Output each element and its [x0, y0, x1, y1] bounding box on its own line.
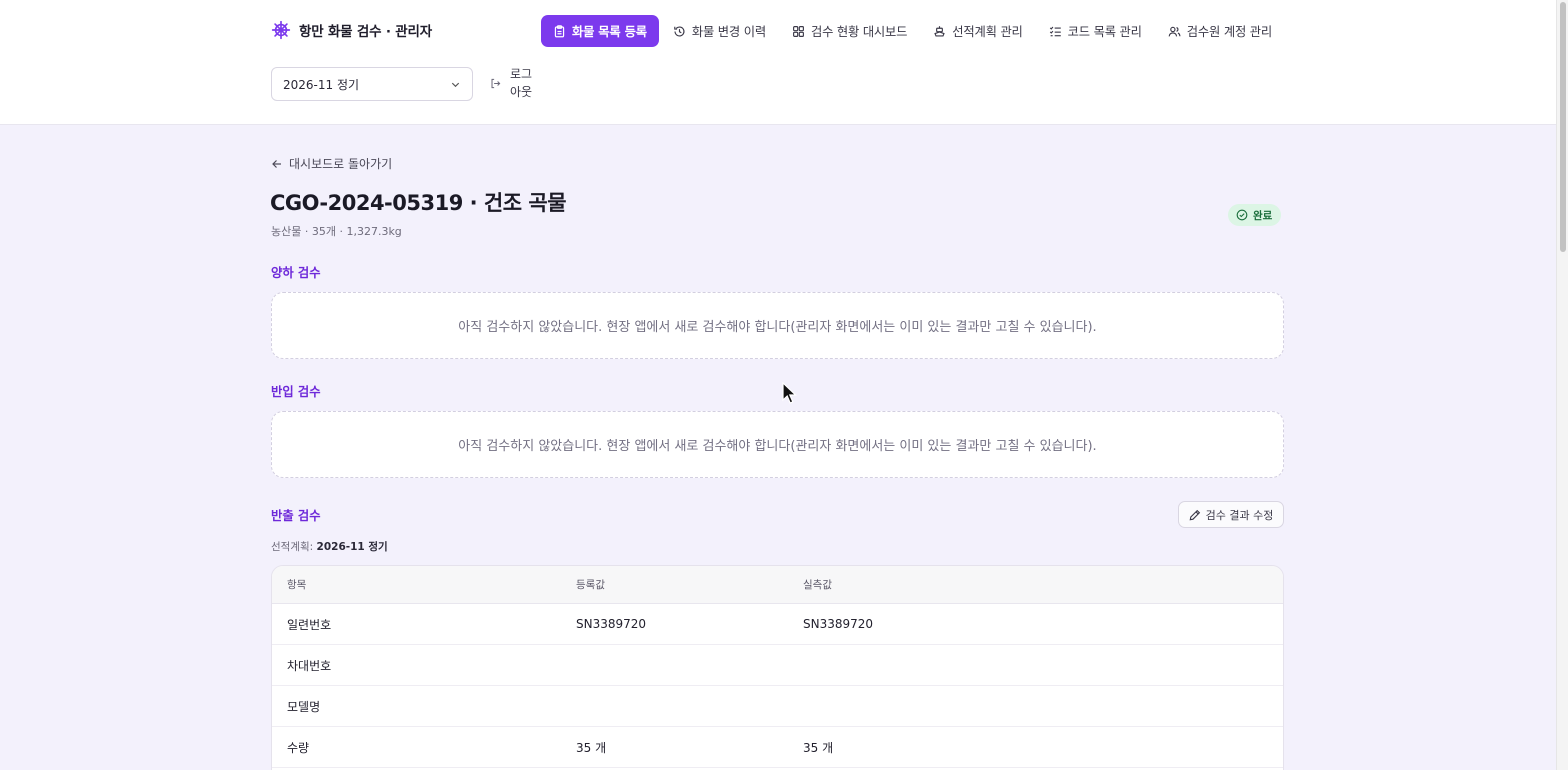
- ship-icon: [933, 25, 946, 38]
- unloading-empty-state: 아직 검수하지 않았습니다. 현장 앱에서 새로 검수해야 합니다(관리자 화면…: [271, 292, 1284, 359]
- cell-registered: SN3389720: [576, 617, 647, 631]
- period-select-value: 2026-11 정기: [283, 77, 360, 92]
- pencil-icon: [1189, 509, 1201, 521]
- cell-measured: SN3389720: [803, 617, 874, 631]
- section-title-inbound: 반입 검수: [271, 385, 321, 399]
- nav-code-list[interactable]: 코드 목록 관리: [1037, 15, 1154, 47]
- cell-registered: 35 개: [576, 740, 607, 755]
- outbound-inspection-table: 항목 등록값 실측값 일련번호 SN3389720 SN3389720 차대번호…: [271, 565, 1284, 770]
- nav-shipping-plan[interactable]: 선적계획 관리: [921, 15, 1034, 47]
- table-header: 항목 등록값 실측값: [272, 566, 1283, 604]
- period-select[interactable]: 2026-11 정기: [271, 67, 473, 101]
- check-circle-icon: [1236, 209, 1248, 221]
- back-link-label: 대시보드로 돌아가기: [289, 157, 393, 171]
- empty-message: 아직 검수하지 않았습니다. 현장 앱에서 새로 검수해야 합니다(관리자 화면…: [458, 320, 1097, 335]
- column-header-measured: 실측값: [803, 579, 832, 591]
- nav-label: 화물 목록 등록: [572, 25, 647, 39]
- dashboard-grid-icon: [792, 25, 805, 38]
- empty-message: 아직 검수하지 않았습니다. 현장 앱에서 새로 검수해야 합니다(관리자 화면…: [458, 439, 1097, 454]
- cell-item: 일련번호: [287, 617, 332, 632]
- back-to-dashboard-link[interactable]: 대시보드로 돌아가기: [271, 155, 392, 172]
- cell-measured: 35 개: [803, 740, 834, 755]
- nav-label: 화물 변경 이력: [691, 25, 766, 39]
- table-row: 모델명: [272, 686, 1283, 727]
- page-title: CGO-2024-05319 · 건조 곡물: [270, 191, 567, 215]
- logout-label: 로그아웃: [510, 67, 533, 99]
- chevron-down-icon: [450, 79, 461, 90]
- cell-item: 수량: [287, 740, 310, 755]
- scrollbar-thumb[interactable]: [1560, 2, 1566, 252]
- nav-label: 선적계획 관리: [952, 25, 1023, 39]
- table-row: 차대번호: [272, 645, 1283, 686]
- nav-inspector-accounts[interactable]: 검수원 계정 관리: [1156, 15, 1284, 47]
- main-nav: 화물 목록 등록 화물 변경 이력 검수 현황 대시보드 선적계획 관리 코드 …: [541, 15, 1284, 47]
- nav-inspection-dashboard[interactable]: 검수 현황 대시보드: [780, 15, 919, 47]
- logout-icon: [490, 78, 501, 89]
- cell-item: 차대번호: [287, 658, 332, 673]
- ship-wheel-icon: [271, 20, 291, 40]
- nav-label: 검수원 계정 관리: [1186, 25, 1272, 39]
- mouse-cursor-icon: [782, 382, 797, 404]
- page-subtitle: 농산물 · 35개 · 1,327.3kg: [271, 225, 402, 238]
- page-scrollbar[interactable]: [1556, 0, 1568, 770]
- column-header-item: 항목: [287, 579, 307, 591]
- history-icon: [673, 25, 686, 38]
- nav-label: 코드 목록 관리: [1067, 25, 1142, 39]
- nav-cargo-register[interactable]: 화물 목록 등록: [541, 15, 659, 47]
- app-title: 항만 화물 검수 · 관리자: [299, 24, 432, 40]
- table-row: 수량 35 개 35 개: [272, 727, 1283, 768]
- nav-cargo-history[interactable]: 화물 변경 이력: [661, 15, 778, 47]
- plan-value: 2026-11 정기: [316, 541, 388, 553]
- top-header: 항만 화물 검수 · 관리자 화물 목록 등록 화물 변경 이력 검수 현황 대…: [0, 0, 1556, 125]
- nav-label: 검수 현황 대시보드: [810, 25, 908, 39]
- brand[interactable]: 항만 화물 검수 · 관리자: [271, 20, 432, 40]
- section-title-outbound: 반출 검수: [271, 509, 321, 523]
- plan-label: 선적계획:: [271, 541, 314, 553]
- section-title-unloading: 양하 검수: [271, 266, 321, 280]
- arrow-left-icon: [271, 158, 283, 170]
- logout-button[interactable]: 로그아웃: [490, 65, 534, 101]
- edit-button-label: 검수 결과 수정: [1205, 508, 1274, 522]
- shipping-plan-info: 선적계획: 2026-11 정기: [271, 539, 388, 554]
- status-label: 완료: [1253, 209, 1273, 222]
- column-header-registered: 등록값: [576, 579, 605, 591]
- users-icon: [1168, 25, 1181, 38]
- clipboard-icon: [553, 24, 566, 38]
- cell-item: 모델명: [287, 699, 321, 714]
- status-badge: 완료: [1228, 204, 1282, 226]
- checklist-icon: [1049, 25, 1062, 38]
- inbound-empty-state: 아직 검수하지 않았습니다. 현장 앱에서 새로 검수해야 합니다(관리자 화면…: [271, 411, 1284, 478]
- table-row: 일련번호 SN3389720 SN3389720: [272, 604, 1283, 645]
- edit-inspection-result-button[interactable]: 검수 결과 수정: [1178, 501, 1284, 528]
